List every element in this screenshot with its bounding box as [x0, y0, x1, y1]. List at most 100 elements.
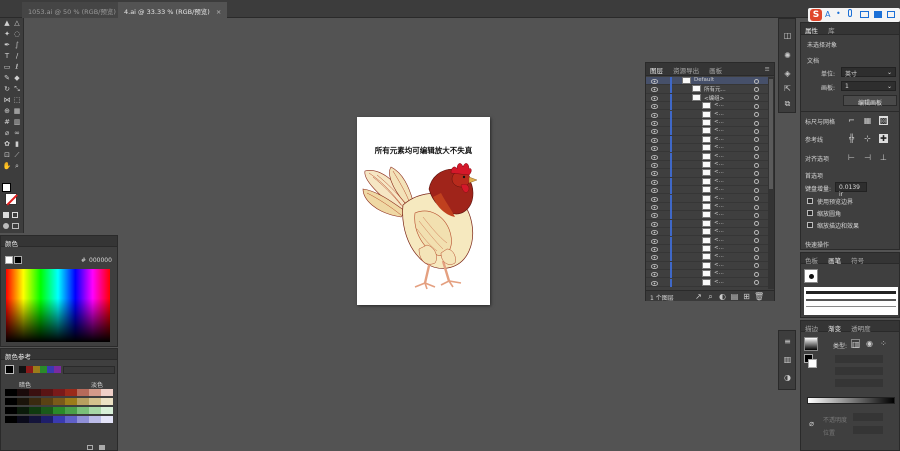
save-group-icon[interactable] [99, 445, 105, 450]
target-circle-icon[interactable] [754, 246, 759, 252]
hex-value[interactable]: 000000 [89, 257, 112, 264]
target-circle-icon[interactable] [754, 229, 759, 235]
visibility-eye-icon[interactable] [650, 254, 659, 261]
snap-pixel-icon[interactable]: ⊣ [863, 153, 872, 162]
tab-libraries[interactable]: 库 [828, 25, 835, 35]
scale-strokes-checkbox[interactable] [807, 222, 813, 228]
snap-point-icon[interactable]: ⊢ [847, 153, 856, 162]
layer-row[interactable]: <... [646, 245, 768, 254]
target-circle-icon[interactable] [754, 120, 759, 126]
brush-stroke[interactable] [806, 299, 896, 301]
target-circle-icon[interactable] [754, 170, 759, 176]
layer-name[interactable]: <... [714, 144, 724, 150]
rooster-illustration[interactable] [357, 117, 490, 305]
ime-punct-icon[interactable]: • [836, 9, 841, 18]
tab-brushes[interactable]: 画笔 [828, 255, 841, 265]
width-tool-icon[interactable]: ⋈ [2, 96, 12, 105]
layer-name[interactable]: <... [714, 186, 724, 192]
visibility-eye-icon[interactable] [650, 179, 659, 185]
gradient-tool-icon[interactable]: ▥ [12, 118, 22, 127]
layer-row[interactable]: Default [646, 77, 768, 86]
line-tool-icon[interactable]: / [12, 52, 22, 61]
layer-name[interactable]: <... [714, 220, 724, 226]
ruler-icon[interactable]: ⌐ [847, 116, 856, 125]
stroke-swatch[interactable] [5, 193, 18, 206]
color-guide-grid[interactable] [5, 389, 115, 425]
scale-corners-checkbox[interactable] [807, 210, 813, 216]
export-dock-icon[interactable]: ⇱ [783, 84, 792, 93]
tab-stroke[interactable]: 描边 [805, 323, 818, 333]
layer-row[interactable]: <... [646, 270, 768, 279]
layer-name[interactable]: <... [714, 153, 724, 159]
blend-tool-icon[interactable]: ∞ [12, 129, 22, 138]
tab-asset-export[interactable]: 资源导出 [673, 65, 699, 75]
units-dropdown[interactable]: 英寸 ⌄ [841, 67, 896, 78]
show-guides-icon[interactable]: ╬ [847, 134, 856, 143]
radial-gradient-icon[interactable]: ◉ [865, 339, 874, 348]
layer-row[interactable]: <... [646, 236, 768, 245]
export-icon[interactable]: ↗ [694, 292, 703, 301]
visibility-eye-icon[interactable] [650, 162, 659, 168]
tab-artboards[interactable]: 画板 [709, 65, 722, 75]
layer-row[interactable]: <... [646, 144, 768, 153]
layer-row[interactable]: <... [646, 186, 768, 195]
edit-artboard-button[interactable]: 编辑画板 [843, 95, 897, 107]
layer-name[interactable]: <... [714, 270, 724, 276]
screen-mode-icon[interactable] [12, 223, 19, 229]
document-tab-1053[interactable]: 1053.ai @ 50 % (RGB/预览)× [22, 2, 134, 18]
use-preview-bounds-checkbox[interactable] [807, 198, 813, 204]
fill-mini-swatch[interactable] [5, 256, 13, 264]
delete-layer-icon[interactable]: 🗑 [754, 292, 764, 301]
tab-color[interactable]: 颜色 [5, 238, 18, 248]
magic-wand-icon[interactable]: ✦ [2, 30, 12, 39]
type-tool-icon[interactable]: T [2, 52, 12, 61]
target-circle-icon[interactable] [754, 78, 759, 84]
panel-menu-icon[interactable]: ≡ [765, 65, 770, 73]
eraser-icon[interactable]: ◆ [12, 74, 22, 83]
target-circle-icon[interactable] [754, 204, 759, 210]
properties-dock-icon[interactable]: ◫ [783, 31, 792, 40]
brush-preview[interactable] [804, 269, 818, 283]
tab-swatches[interactable]: 色板 [805, 255, 818, 265]
skin-icon[interactable] [874, 11, 882, 18]
layer-name[interactable]: <... [714, 102, 724, 108]
layer-name[interactable]: <... [714, 228, 724, 234]
layers-scrollbar[interactable] [768, 77, 774, 289]
smart-guides-icon[interactable]: ✚ [879, 134, 888, 143]
artboard[interactable]: 所有元素均可编辑放大不失真 [357, 117, 490, 305]
target-circle-icon[interactable] [754, 103, 759, 109]
target-circle-icon[interactable] [754, 271, 759, 277]
target-circle-icon[interactable] [754, 128, 759, 134]
graph-tool-icon[interactable]: ▮ [12, 140, 22, 149]
layer-row[interactable]: <... [646, 177, 768, 187]
target-circle-icon[interactable] [754, 280, 759, 286]
snap-glyph-icon[interactable]: ⊥ [879, 153, 888, 162]
layer-name[interactable]: <... [714, 195, 724, 201]
layer-name[interactable]: <... [714, 211, 724, 217]
brush-strokes-list[interactable] [804, 287, 898, 315]
tab-symbols[interactable]: 符号 [851, 255, 864, 265]
microphone-icon[interactable] [848, 9, 852, 17]
base-color-swatch[interactable] [5, 365, 14, 374]
gradient-thumbnail[interactable] [804, 337, 818, 351]
transparency-dock-icon[interactable]: ◑ [783, 373, 792, 382]
shape-builder-icon[interactable]: ⊕ [2, 107, 12, 116]
tab-gradient[interactable]: 渐变 [828, 323, 841, 333]
harmony-swatch[interactable] [33, 366, 40, 373]
target-circle-icon[interactable] [754, 137, 759, 143]
free-transform-icon[interactable]: ⬚ [12, 96, 22, 105]
color-mode-icon[interactable] [3, 212, 9, 218]
freeform-gradient-icon[interactable]: ⁘ [879, 339, 888, 348]
brush-stroke[interactable] [806, 291, 896, 294]
layer-row[interactable]: <... [646, 169, 768, 178]
linear-gradient-icon[interactable]: ▥ [851, 339, 860, 349]
stroke-dock-icon[interactable]: ≡ [783, 337, 792, 346]
harmony-swatch[interactable] [47, 366, 54, 373]
visibility-eye-icon[interactable] [650, 271, 659, 278]
keyboard-increment-input[interactable]: 0.0139 ir [835, 182, 867, 198]
lock-guides-icon[interactable]: ⊹ [863, 134, 872, 143]
target-circle-icon[interactable] [754, 212, 759, 218]
libraries-dock-icon[interactable]: ✺ [783, 51, 792, 60]
opacity-input[interactable] [853, 413, 883, 421]
layer-row[interactable]: 所有元... [646, 85, 768, 94]
